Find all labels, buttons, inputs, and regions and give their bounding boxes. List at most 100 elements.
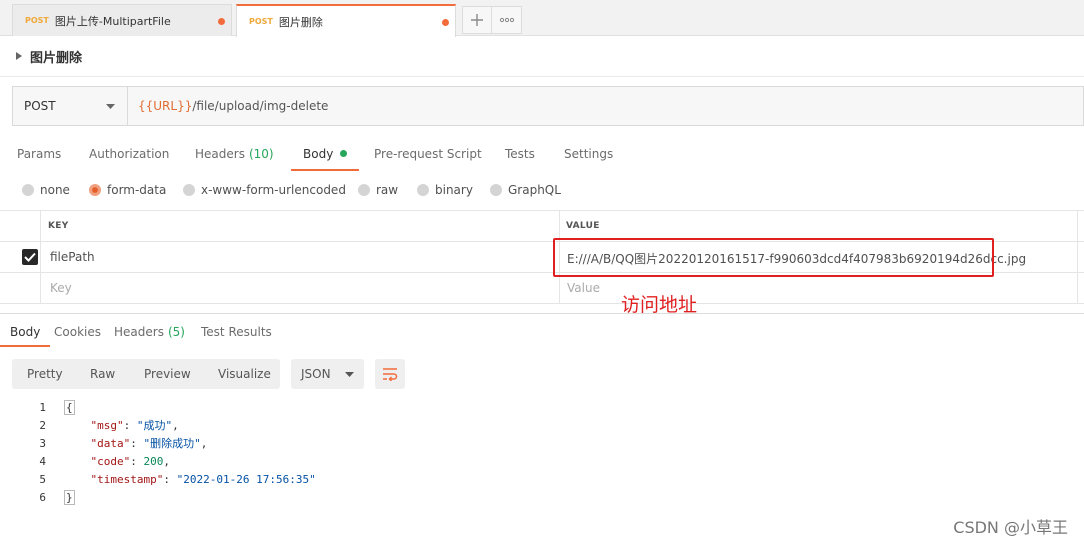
url-input[interactable]: {{URL}} /file/upload/img-delete bbox=[128, 87, 1083, 125]
tab-body[interactable]: Body bbox=[291, 138, 360, 171]
json-timestamp-value: 2022-01-26 17:56:35 bbox=[183, 472, 310, 486]
tab-label: Pre-request Script bbox=[374, 147, 482, 161]
tab-label: Cookies bbox=[54, 325, 101, 339]
view-preview-button[interactable]: Preview bbox=[144, 359, 191, 389]
tab-label: Test Results bbox=[201, 325, 272, 339]
method-select[interactable]: POST bbox=[13, 87, 128, 125]
radio-label: none bbox=[40, 183, 70, 197]
tab-label: Params bbox=[17, 147, 62, 161]
tab-params[interactable]: Params bbox=[17, 138, 61, 170]
json-data-value: 删除成功 bbox=[150, 437, 195, 450]
tab-label: Body bbox=[10, 324, 41, 339]
plus-icon bbox=[471, 14, 483, 26]
tab-method: POST bbox=[249, 17, 273, 26]
chevron-down-icon bbox=[345, 371, 354, 377]
headers-count: (5) bbox=[167, 325, 185, 339]
response-divider bbox=[0, 313, 1084, 314]
watermark: CSDN @小草王 bbox=[953, 518, 1068, 537]
json-code-value: 200 bbox=[143, 454, 164, 468]
code-line: 4 "code": 200, bbox=[0, 452, 600, 470]
format-select[interactable]: JSON bbox=[291, 359, 364, 389]
format-value: JSON bbox=[301, 367, 331, 381]
radio-x-www-form-urlencoded[interactable]: x-www-form-urlencoded bbox=[183, 180, 346, 200]
caret-right-icon[interactable] bbox=[16, 52, 22, 60]
radio-circle-icon bbox=[358, 184, 370, 196]
radio-graphql[interactable]: GraphQL bbox=[490, 180, 561, 200]
radio-circle-icon bbox=[183, 184, 195, 196]
tab-authorization[interactable]: Authorization bbox=[89, 138, 169, 170]
code-text: "timestamp": "2022-01-26 17:56:35" bbox=[90, 472, 316, 486]
key-input[interactable]: Key bbox=[50, 281, 72, 295]
url-bar: POST {{URL}} /file/upload/img-delete bbox=[12, 86, 1084, 126]
method-value: POST bbox=[24, 99, 56, 113]
tab-label: Headers bbox=[195, 147, 245, 161]
code-text: "code": 200, bbox=[90, 454, 171, 468]
tab-image-delete[interactable]: POST 图片删除 bbox=[236, 4, 456, 37]
key-cell[interactable]: filePath bbox=[50, 250, 95, 264]
radio-label: GraphQL bbox=[508, 183, 561, 197]
code-line: 1 { bbox=[0, 398, 600, 416]
tab-method: POST bbox=[25, 16, 49, 25]
wrap-lines-button[interactable] bbox=[375, 359, 405, 389]
tab-pre-request-script[interactable]: Pre-request Script bbox=[374, 138, 482, 170]
radio-none[interactable]: none bbox=[22, 180, 70, 200]
radio-form-data[interactable]: form-data bbox=[89, 180, 166, 200]
json-msg-value: 成功 bbox=[143, 419, 166, 432]
tab-label: Tests bbox=[505, 147, 535, 161]
unsaved-dot-icon bbox=[442, 19, 449, 26]
radio-label: form-data bbox=[107, 183, 167, 197]
tab-label: Headers bbox=[114, 325, 164, 339]
code-line: 5 "timestamp": "2022-01-26 17:56:35" bbox=[0, 470, 600, 488]
body-indicator-dot bbox=[340, 150, 348, 157]
checkmark-icon bbox=[24, 252, 36, 262]
code-line: 2 "msg": "成功", bbox=[0, 416, 600, 434]
line-number: 6 bbox=[39, 490, 46, 504]
radio-circle-icon bbox=[417, 184, 429, 196]
view-mode-bar: Pretty Raw Preview Visualize bbox=[12, 359, 280, 389]
radio-circle-icon bbox=[490, 184, 502, 196]
tab-name: 图片删除 bbox=[278, 15, 323, 29]
chevron-down-icon bbox=[106, 103, 115, 109]
view-pretty-button[interactable]: Pretty bbox=[27, 359, 63, 389]
tab-options-button[interactable] bbox=[492, 6, 522, 34]
response-tab-headers[interactable]: Headers (5) bbox=[114, 318, 185, 346]
value-column-header: VALUE bbox=[566, 221, 600, 231]
tab-label: Settings bbox=[564, 147, 614, 161]
code-text: "msg": "成功", bbox=[90, 419, 179, 432]
row-enabled-checkbox[interactable] bbox=[22, 249, 38, 265]
response-tab-cookies[interactable]: Cookies bbox=[54, 318, 101, 346]
request-title: 图片删除 bbox=[30, 50, 83, 66]
column-divider bbox=[40, 211, 41, 304]
code-line: 3 "data": "删除成功", bbox=[0, 434, 600, 452]
response-tab-body[interactable]: Body bbox=[0, 318, 51, 347]
table-row-empty: Key Value bbox=[0, 273, 1084, 304]
radio-circle-icon bbox=[22, 184, 34, 196]
tab-strip: POST 图片上传-MultipartFile POST 图片删除 bbox=[0, 0, 1084, 37]
headers-count: (10) bbox=[248, 147, 274, 161]
radio-label: binary bbox=[435, 183, 473, 197]
tab-tests[interactable]: Tests bbox=[505, 138, 535, 170]
response-tab-test-results[interactable]: Test Results bbox=[201, 318, 272, 346]
line-number: 5 bbox=[39, 472, 46, 486]
tab-image-upload[interactable]: POST 图片上传-MultipartFile bbox=[12, 4, 232, 36]
line-number: 4 bbox=[39, 454, 46, 468]
radio-binary[interactable]: binary bbox=[417, 180, 473, 200]
tab-settings[interactable]: Settings bbox=[564, 138, 613, 170]
column-divider bbox=[1077, 211, 1078, 304]
more-icon bbox=[499, 17, 514, 23]
new-tab-button[interactable] bbox=[462, 6, 492, 34]
request-name-header[interactable]: 图片删除 bbox=[16, 46, 82, 66]
view-visualize-button[interactable]: Visualize bbox=[218, 359, 271, 389]
url-variable: {{URL}} bbox=[138, 99, 193, 113]
annotation-highlight-box bbox=[553, 238, 994, 277]
url-path: /file/upload/img-delete bbox=[192, 99, 329, 113]
unsaved-dot-icon bbox=[218, 18, 225, 25]
view-raw-button[interactable]: Raw bbox=[90, 359, 115, 389]
value-input[interactable]: Value bbox=[567, 281, 600, 295]
line-number: 3 bbox=[39, 436, 46, 450]
code-text: { bbox=[64, 399, 75, 415]
wrap-lines-icon bbox=[383, 368, 398, 381]
tab-headers[interactable]: Headers (10) bbox=[195, 138, 274, 170]
code-text: "data": "删除成功", bbox=[90, 437, 208, 450]
radio-raw[interactable]: raw bbox=[358, 180, 398, 200]
